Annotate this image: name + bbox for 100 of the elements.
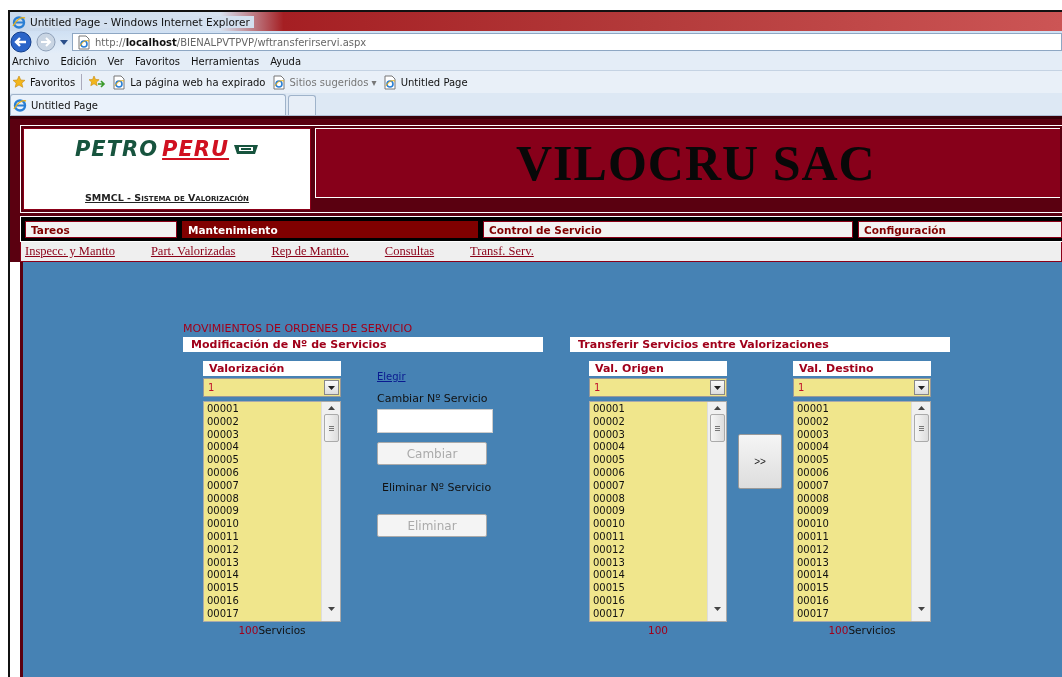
back-button-icon[interactable]: [10, 31, 32, 53]
list-item[interactable]: 00011: [207, 530, 318, 544]
list-item[interactable]: 00013: [797, 556, 908, 570]
page-icon[interactable]: [77, 34, 91, 50]
list-item[interactable]: 00006: [207, 467, 318, 480]
scrollbar[interactable]: [321, 402, 340, 621]
list-item[interactable]: 00005: [797, 454, 908, 467]
scroll-up-icon[interactable]: [713, 406, 721, 410]
submenu-link[interactable]: Rep de Mantto.: [271, 244, 349, 259]
list-item[interactable]: 00009: [207, 505, 318, 519]
nav-tab[interactable]: Configuración: [858, 221, 1062, 238]
list-item[interactable]: 00001: [593, 403, 704, 416]
favorites-link[interactable]: Untitled Page: [400, 76, 468, 88]
list-item[interactable]: 00007: [207, 479, 318, 493]
list-item[interactable]: 00014: [207, 569, 318, 583]
submenu-link[interactable]: Consultas: [384, 244, 435, 259]
list-item[interactable]: 00015: [207, 582, 318, 595]
add-favorite-icon[interactable]: [88, 75, 107, 89]
browser-tab[interactable]: Untitled Page: [10, 94, 286, 115]
list-item[interactable]: 00017: [593, 607, 704, 621]
menu-item[interactable]: Ver: [107, 56, 124, 67]
list-item[interactable]: 00014: [797, 569, 908, 583]
list-item[interactable]: 00017: [207, 607, 318, 621]
scroll-up-icon[interactable]: [917, 406, 925, 410]
submenu-link[interactable]: Part. Valorizadas: [150, 244, 236, 259]
scroll-down-icon[interactable]: [713, 607, 721, 611]
list-item[interactable]: 00004: [593, 441, 704, 455]
scroll-down-icon[interactable]: [917, 607, 925, 611]
dropdown[interactable]: 1: [793, 378, 931, 397]
dropdown-caret-icon[interactable]: [328, 385, 335, 390]
list-item[interactable]: 00003: [207, 428, 318, 442]
favorites-link[interactable]: Sitios sugeridos ▾: [289, 76, 377, 88]
scrollbar[interactable]: [911, 402, 930, 621]
list-item[interactable]: 00013: [207, 556, 318, 570]
list-item[interactable]: 00016: [797, 594, 908, 608]
address-bar[interactable]: http://localhost/BIENALPVTPVP/wftransferirservi.aspx: [72, 33, 1062, 51]
favorites-link[interactable]: La página web ha expirado: [130, 76, 266, 88]
list-item[interactable]: 00012: [207, 543, 318, 557]
system-subtitle[interactable]: SMMCL - Sistema de Valorización: [85, 192, 249, 203]
star-icon[interactable]: [12, 75, 26, 89]
list-item[interactable]: 00017: [797, 607, 908, 621]
page-icon[interactable]: [382, 74, 397, 90]
list-item[interactable]: 00003: [593, 428, 704, 442]
list-item[interactable]: 00006: [797, 467, 908, 480]
list-item[interactable]: 00006: [593, 467, 704, 480]
list-item[interactable]: 00010: [797, 518, 908, 531]
list-item[interactable]: 00002: [593, 415, 704, 429]
list-item[interactable]: 00001: [207, 403, 318, 416]
list-item[interactable]: 00008: [797, 492, 908, 506]
list-item[interactable]: 00009: [797, 505, 908, 519]
scroll-up-icon[interactable]: [327, 406, 335, 410]
menu-item[interactable]: Herramientas: [191, 56, 260, 67]
dropdown-caret-icon[interactable]: [918, 385, 925, 390]
scrollbar[interactable]: [707, 402, 726, 621]
list-item[interactable]: 00004: [797, 441, 908, 455]
menu-item[interactable]: Ayuda: [270, 56, 302, 67]
nav-tab[interactable]: Control de Servicio: [483, 221, 853, 238]
favorites-link[interactable]: Favoritos: [30, 76, 76, 88]
scroll-down-icon[interactable]: [327, 607, 335, 611]
list-item[interactable]: 00016: [207, 594, 318, 608]
list-item[interactable]: 00007: [593, 479, 704, 493]
list-item[interactable]: 00002: [797, 415, 908, 429]
list-item[interactable]: 00008: [207, 492, 318, 506]
list-item[interactable]: 00003: [797, 428, 908, 442]
list-item[interactable]: 00011: [593, 530, 704, 544]
menu-item[interactable]: Archivo: [12, 56, 50, 67]
list-item[interactable]: 00014: [593, 569, 704, 583]
submenu-link[interactable]: Inspecc. y Mantto: [25, 244, 115, 259]
list-item[interactable]: 00001: [797, 403, 908, 416]
grip-icon: [328, 425, 334, 431]
menu-item[interactable]: Favoritos: [134, 56, 181, 67]
list-item[interactable]: 00015: [797, 582, 908, 595]
list-item[interactable]: 00013: [593, 556, 704, 570]
list-item[interactable]: 00002: [207, 415, 318, 429]
list-item[interactable]: 00015: [593, 582, 704, 595]
nav-tab[interactable]: Tareos: [25, 221, 177, 238]
submenu-link[interactable]: Transf. Serv.: [470, 244, 534, 259]
service-number-field[interactable]: [377, 409, 493, 433]
list-item[interactable]: 00005: [593, 454, 704, 467]
list-item[interactable]: 00008: [593, 492, 704, 506]
page-icon[interactable]: [112, 74, 127, 90]
dropdown[interactable]: 1: [589, 378, 727, 397]
dropdown[interactable]: 1: [203, 378, 341, 397]
dropdown-caret-icon[interactable]: [714, 385, 721, 390]
menu-item[interactable]: Edición: [60, 56, 97, 67]
list-item[interactable]: 00010: [207, 518, 318, 531]
list-item[interactable]: 00011: [797, 530, 908, 544]
transfer-button[interactable]: >>: [738, 434, 782, 489]
list-item[interactable]: 00007: [797, 479, 908, 493]
list-item[interactable]: 00016: [593, 594, 704, 608]
list-item[interactable]: 00010: [593, 518, 704, 531]
list-item[interactable]: 00005: [207, 454, 318, 467]
grip-icon: [714, 425, 720, 431]
list-item[interactable]: 00004: [207, 441, 318, 455]
list-item[interactable]: 00009: [593, 505, 704, 519]
page-icon[interactable]: [271, 74, 286, 90]
nav-tab[interactable]: Mantenimiento: [182, 221, 478, 238]
list-item[interactable]: 00012: [797, 543, 908, 557]
list-item[interactable]: 00012: [593, 543, 704, 557]
dropdown-caret-icon[interactable]: [60, 39, 68, 45]
